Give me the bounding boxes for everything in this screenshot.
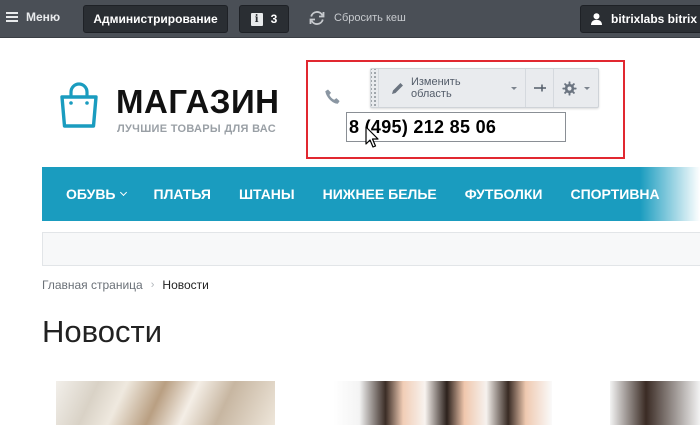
chevron-down-icon: [511, 86, 518, 90]
info-icon: [250, 12, 263, 26]
settings-button[interactable]: [554, 69, 598, 107]
menu-button[interactable]: Меню: [6, 10, 60, 24]
nav-item-tshirts[interactable]: ФУТБОЛКИ: [451, 186, 557, 202]
change-area-label: Изменить область: [410, 76, 461, 100]
pin-button[interactable]: [526, 69, 555, 107]
breadcrumb-current: Новости: [162, 278, 209, 292]
reset-cache-label: Сбросить кеш: [334, 12, 406, 24]
phone-number-field[interactable]: 8 (495) 212 85 06: [346, 112, 566, 142]
notifications-count: 3: [270, 12, 278, 26]
change-area-button[interactable]: Изменить область: [379, 69, 527, 107]
logo-tagline: ЛУЧШИЕ ТОВАРЫ ДЛЯ ВАС: [117, 123, 276, 135]
nav-item-pants[interactable]: ШТАНЫ: [225, 186, 309, 202]
nav-item-dresses[interactable]: ПЛАТЬЯ: [140, 186, 225, 202]
pencil-icon: [391, 82, 403, 94]
admin-panel: Меню Администрирование 3 Сбросить кеш bi…: [0, 0, 700, 38]
menu-label: Меню: [26, 10, 61, 24]
user-button[interactable]: bitrixlabs bitrix: [580, 5, 700, 33]
hamburger-icon: [6, 12, 18, 22]
chevron-right-icon: ›: [150, 279, 155, 291]
search-bar[interactable]: [42, 232, 700, 266]
page-title: Новости: [42, 314, 163, 349]
news-image[interactable]: [56, 381, 275, 425]
news-image[interactable]: [610, 381, 700, 425]
main-navigation: ОБУВЬ ПЛАТЬЯ ШТАНЫ НИЖНЕЕ БЕЛЬЕ ФУТБОЛКИ…: [42, 167, 700, 221]
reset-cache-button[interactable]: Сбросить кеш: [308, 9, 406, 27]
user-name: bitrixlabs bitrix: [611, 12, 698, 26]
news-image[interactable]: [333, 381, 552, 425]
nav-item-label: ОБУВЬ: [66, 186, 116, 202]
chevron-down-icon: [584, 86, 591, 90]
drag-handle[interactable]: [371, 69, 379, 107]
breadcrumb-home-link[interactable]: Главная страница: [42, 278, 143, 292]
nav-item-underwear[interactable]: НИЖНЕЕ БЕЛЬЕ: [309, 186, 451, 202]
edit-area-toolbar: Изменить область: [370, 68, 599, 108]
gear-icon: [562, 80, 577, 96]
shopping-bag-icon[interactable]: [58, 82, 100, 128]
refresh-icon: [309, 11, 325, 25]
notifications-button[interactable]: 3: [239, 5, 289, 33]
pin-icon: [533, 84, 546, 92]
user-icon: [591, 13, 602, 25]
chevron-down-icon: [119, 188, 127, 197]
logo-name[interactable]: МАГАЗИН: [116, 84, 280, 120]
administration-button[interactable]: Администрирование: [83, 5, 228, 33]
nav-fade-overlay: [640, 167, 700, 221]
breadcrumb: Главная страница › Новости: [42, 278, 209, 292]
nav-item-shoes[interactable]: ОБУВЬ: [42, 186, 140, 202]
mouse-cursor-icon: [365, 126, 379, 148]
